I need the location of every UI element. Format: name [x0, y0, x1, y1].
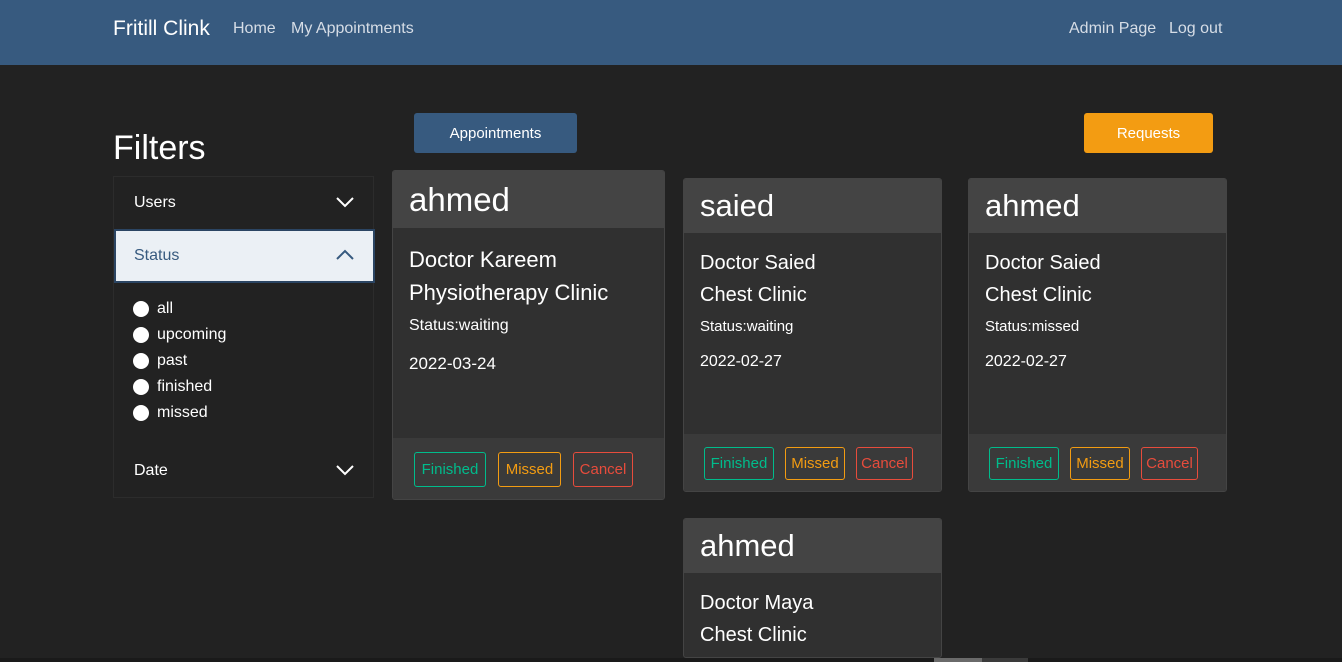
- status-option-label: missed: [157, 404, 208, 421]
- status-option-label: upcoming: [157, 326, 227, 343]
- date-filter-label: Date: [134, 462, 168, 479]
- card-footer: Finished Missed Cancel: [969, 434, 1226, 491]
- card-footer: Finished Missed Cancel: [393, 438, 664, 499]
- card-date: 2022-02-27: [700, 353, 782, 370]
- radio-button[interactable]: [133, 405, 149, 421]
- chevron-down-icon: [336, 197, 354, 208]
- appointments-button[interactable]: Appointments: [414, 113, 577, 153]
- appointment-card: ahmed Doctor Saied Chest Clinic Status:m…: [968, 178, 1227, 492]
- status-option-label: all: [157, 300, 174, 317]
- users-filter-label: Users: [134, 194, 176, 211]
- card-status: Status:missed: [985, 318, 1080, 335]
- status-filter-toggle[interactable]: Status: [114, 229, 375, 283]
- missed-button[interactable]: Missed: [498, 452, 561, 487]
- status-option-label: past: [157, 352, 188, 369]
- status-option-label: finished: [157, 378, 213, 395]
- card-clinic: Physiotherapy Clinic: [409, 280, 609, 305]
- brand-link[interactable]: Fritill Clink: [113, 16, 210, 42]
- date-filter-toggle[interactable]: Date: [114, 445, 375, 497]
- nav-log-out-link[interactable]: Log out: [1169, 19, 1222, 39]
- card-date: 2022-02-27: [985, 353, 1067, 370]
- filters-accordion: Users Status Date: [113, 176, 375, 498]
- card-doctor: Doctor Maya: [700, 592, 814, 614]
- radio-button[interactable]: [133, 379, 149, 395]
- navbar: Fritill Clink Home My Appointments Admin…: [0, 0, 1342, 65]
- status-filter-label: Status: [134, 247, 180, 264]
- card-status: Status:waiting: [700, 318, 794, 335]
- users-filter-toggle[interactable]: Users: [114, 177, 375, 229]
- appointment-card: ahmed Doctor Kareem Physiotherapy Clinic…: [392, 170, 665, 500]
- finished-button[interactable]: Finished: [414, 452, 486, 487]
- card-footer: Finished Missed Cancel: [684, 434, 941, 491]
- horizontal-scrollbar[interactable]: [0, 658, 1342, 662]
- card-clinic: Chest Clinic: [985, 284, 1092, 306]
- appointment-card: saied Doctor Saied Chest Clinic Status:w…: [683, 178, 942, 492]
- missed-button[interactable]: Missed: [785, 447, 845, 480]
- card-patient-name: ahmed: [969, 179, 1226, 233]
- nav-admin-page-link[interactable]: Admin Page: [1069, 19, 1156, 39]
- card-clinic: Chest Clinic: [700, 624, 807, 646]
- radio-button[interactable]: [133, 353, 149, 369]
- chevron-down-icon: [336, 465, 354, 476]
- chevron-up-icon: [336, 249, 354, 260]
- card-doctor: Doctor Saied: [985, 252, 1101, 274]
- cancel-button[interactable]: Cancel: [856, 447, 913, 480]
- finished-button[interactable]: Finished: [704, 447, 774, 480]
- card-doctor: Doctor Kareem: [409, 247, 557, 272]
- card-patient-name: ahmed: [393, 171, 664, 228]
- nav-my-appointments-link[interactable]: My Appointments: [291, 19, 414, 39]
- filters-title: Filters: [113, 129, 206, 167]
- requests-button[interactable]: Requests: [1084, 113, 1213, 153]
- appointment-card: ahmed Doctor Maya Chest Clinic: [683, 518, 942, 658]
- scrollbar-track-segment: [982, 658, 1028, 662]
- card-status: Status:waiting: [409, 317, 509, 334]
- card-clinic: Chest Clinic: [700, 284, 807, 306]
- radio-button[interactable]: [133, 327, 149, 343]
- finished-button[interactable]: Finished: [989, 447, 1059, 480]
- card-patient-name: ahmed: [684, 519, 941, 573]
- cancel-button[interactable]: Cancel: [573, 452, 633, 487]
- nav-home-link[interactable]: Home: [233, 19, 276, 39]
- scrollbar-thumb[interactable]: [934, 658, 982, 662]
- card-date: 2022-03-24: [409, 354, 496, 373]
- card-patient-name: saied: [684, 179, 941, 233]
- cancel-button[interactable]: Cancel: [1141, 447, 1198, 480]
- card-doctor: Doctor Saied: [700, 252, 816, 274]
- radio-button[interactable]: [133, 301, 149, 317]
- missed-button[interactable]: Missed: [1070, 447, 1130, 480]
